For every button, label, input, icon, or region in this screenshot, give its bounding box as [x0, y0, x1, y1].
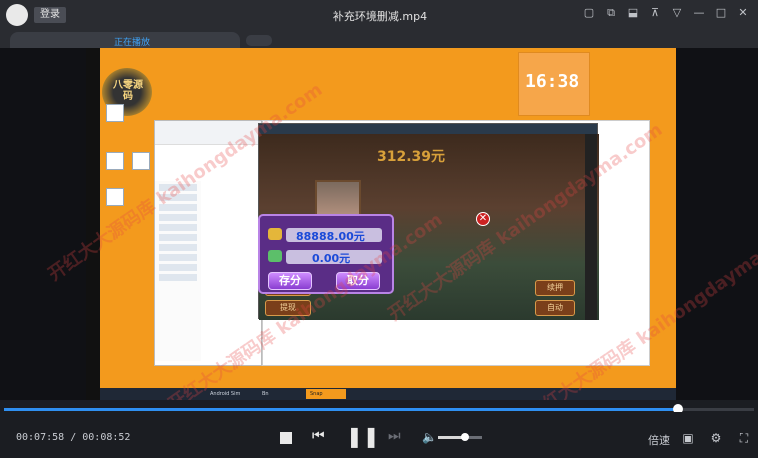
coin-icon: [268, 228, 282, 240]
right-controls: ▣ ⚙ ⛶: [680, 430, 752, 446]
fullscreen-icon[interactable]: ⛶: [736, 430, 752, 446]
playback-controls: 00:07:58 / 00:08:52 ⏮ ❚❚ ⏭ 🔈 倍速 ▣ ⚙ ⛶: [0, 412, 758, 458]
volume-knob[interactable]: [461, 433, 470, 441]
volume-icon[interactable]: 🔈: [422, 430, 437, 444]
title-bar: 登录 补充环境删减.mp4 ▢ ⧉ ⬓ ⊼ ▽ — □ ✕: [0, 0, 758, 30]
tab-strip: 正在播放: [0, 30, 758, 48]
toolbox-icon[interactable]: ▣: [680, 430, 696, 446]
menu-icon[interactable]: ▽: [670, 6, 684, 20]
taskbar-item: Snap: [306, 389, 346, 399]
time-display: 00:07:58 / 00:08:52: [16, 432, 130, 443]
maximize-icon[interactable]: □: [714, 6, 728, 20]
window-controls: ▢ ⧉ ⬓ ⊼ ▽ — □ ✕: [582, 6, 750, 20]
dialog-close-icon: ✕: [476, 212, 490, 226]
explorer-row: [159, 264, 197, 271]
pin-icon[interactable]: ⊼: [648, 6, 662, 20]
explorer-row: [159, 244, 197, 251]
previous-icon[interactable]: ⏮: [312, 428, 325, 444]
pip-icon[interactable]: ⬓: [626, 6, 640, 20]
pause-icon[interactable]: ❚❚: [346, 424, 380, 448]
game-titlebar: [259, 124, 597, 134]
desktop-file-icon: [132, 152, 150, 170]
settings-icon[interactable]: ⚙: [708, 430, 724, 446]
close-icon[interactable]: ✕: [736, 6, 750, 20]
minimize-icon[interactable]: —: [692, 6, 706, 20]
explorer-row: [159, 214, 197, 221]
login-button[interactable]: 登录: [34, 7, 66, 23]
total-time: 00:08:52: [82, 432, 131, 443]
explorer-row: [159, 224, 197, 231]
desktop-file-icon: [106, 104, 124, 122]
game-right-button: 续押: [535, 280, 575, 296]
app-logo-icon[interactable]: [6, 4, 28, 26]
desktop-file-icon: [106, 188, 124, 206]
current-time: 00:07:58: [16, 432, 65, 443]
video-player-window: 登录 补充环境删减.mp4 ▢ ⧉ ⬓ ⊼ ▽ — □ ✕ 正在播放 八零源码: [0, 0, 758, 458]
next-icon[interactable]: ⏭: [388, 428, 401, 444]
cash-icon: [268, 250, 282, 262]
volume-slider[interactable]: [438, 433, 482, 441]
amount-value: 0.00元: [312, 252, 351, 265]
tab-now-playing[interactable]: 正在播放: [10, 32, 240, 48]
game-header-value: 312.39元: [377, 149, 446, 165]
skin-icon[interactable]: ▢: [582, 6, 596, 20]
video-title: 补充环境删减.mp4: [332, 10, 428, 23]
left-black-strip: [86, 48, 100, 400]
save-score-button: 存分: [268, 272, 312, 290]
logo-badge-text: 八零源码: [113, 80, 143, 102]
progress-bar[interactable]: [4, 404, 754, 414]
game-right-button: 自动: [535, 300, 575, 316]
video-frame[interactable]: 八零源码 16:38 312.39元 提现 续押 自动 88888.00元 0.…: [0, 48, 758, 400]
explorer-row: [159, 254, 197, 261]
mini-mode-icon[interactable]: ⧉: [604, 6, 618, 20]
taskbar-item: Bn: [262, 391, 269, 397]
explorer-row: [159, 234, 197, 241]
stop-icon[interactable]: [280, 432, 292, 444]
progress-fill: [4, 408, 678, 411]
clock-widget: 16:38: [518, 52, 590, 116]
clock-time: 16:38: [525, 71, 580, 92]
tab-label: 正在播放: [114, 38, 151, 48]
speed-button[interactable]: 倍速: [648, 432, 670, 448]
time-separator: /: [70, 432, 77, 443]
explorer-row: [159, 274, 197, 281]
desktop-file-icon: [106, 152, 124, 170]
balance-value: 88888.00元: [296, 230, 365, 243]
tab-secondary[interactable]: [246, 35, 272, 46]
